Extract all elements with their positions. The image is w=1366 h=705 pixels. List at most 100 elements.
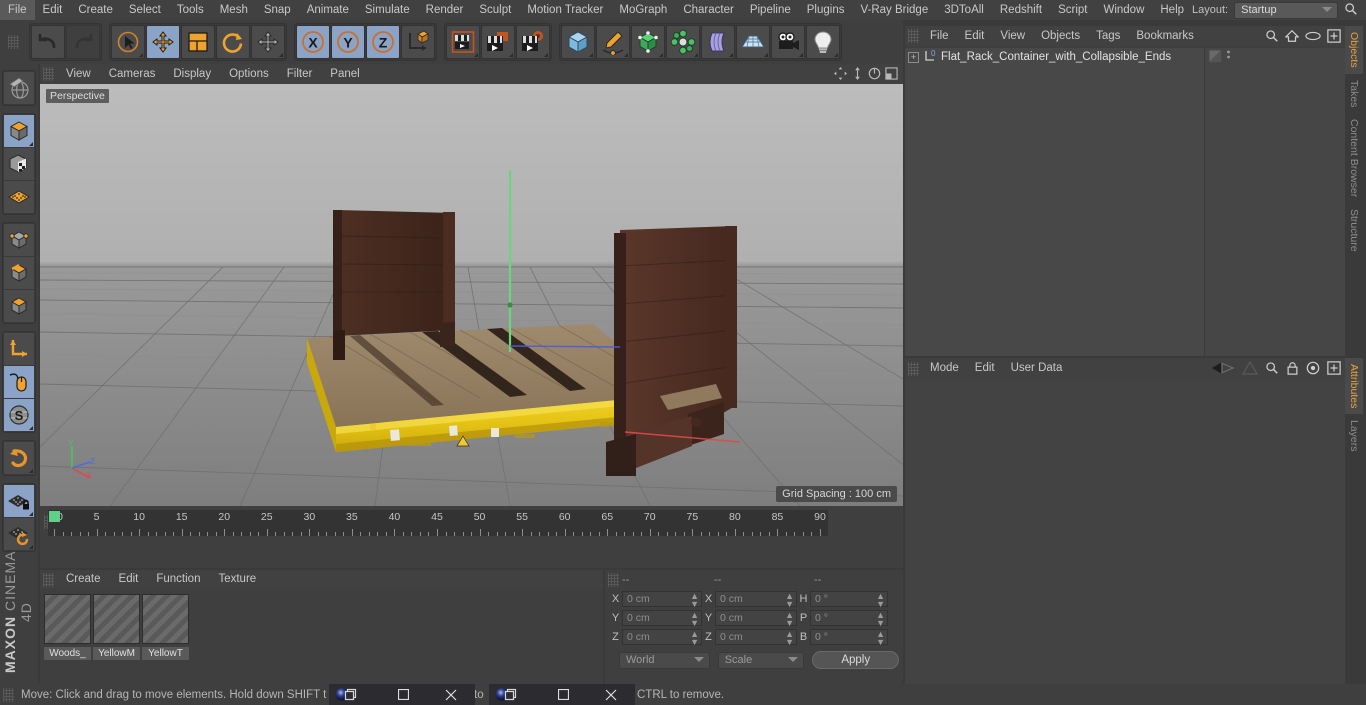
spinner-icon[interactable]: ▲ ▼ <box>876 592 885 609</box>
object-row[interactable]: +0 Flat_Rack_Container_with_Collapsible_E… <box>905 48 1204 66</box>
texture-mode-icon[interactable] <box>4 148 34 180</box>
enable-snap-icon[interactable] <box>4 366 34 398</box>
viewport-menu-panel[interactable]: Panel <box>321 64 368 84</box>
pan-icon[interactable] <box>833 66 848 81</box>
material-menu-edit[interactable]: Edit <box>110 570 148 589</box>
home-icon[interactable] <box>1284 29 1300 46</box>
spinner-icon[interactable]: ▲ ▼ <box>876 630 885 647</box>
viewport-menu-filter[interactable]: Filter <box>278 64 322 84</box>
material-menu-create[interactable]: Create <box>57 570 110 589</box>
eye-icon[interactable] <box>1305 30 1321 45</box>
material-swatch[interactable]: Woods_ <box>44 594 91 660</box>
undo-button[interactable] <box>31 25 65 59</box>
object-menu-tags[interactable]: Tags <box>1088 26 1128 46</box>
material-swatch[interactable]: YellowM <box>93 594 140 660</box>
viewport-menu-view[interactable]: View <box>57 64 100 84</box>
orbit-icon[interactable] <box>867 66 882 81</box>
menu-item-motion-tracker[interactable]: Motion Tracker <box>519 0 611 20</box>
move-secondary-button[interactable] <box>251 25 285 59</box>
primitive-cube-icon[interactable] <box>561 25 595 59</box>
object-menu-view[interactable]: View <box>992 26 1033 46</box>
material-list[interactable]: Woods_ YellowM YellowT <box>44 594 189 660</box>
material-gripper[interactable] <box>43 572 54 587</box>
menu-item-render[interactable]: Render <box>418 0 472 20</box>
vertical-tab-takes[interactable]: Takes <box>1345 73 1363 114</box>
menu-item-help[interactable]: Help <box>1152 0 1192 20</box>
light-icon[interactable] <box>806 25 840 59</box>
vertical-tab-layers[interactable]: Layers <box>1345 414 1363 458</box>
rotation-h-field[interactable]: 0 ° ▲ ▼ <box>810 591 888 609</box>
lock-workplane-icon[interactable] <box>4 485 34 517</box>
vertical-tab-structure[interactable]: Structure <box>1345 203 1363 258</box>
menu-item-tools[interactable]: Tools <box>169 0 212 20</box>
spinner-icon[interactable]: ▲ ▼ <box>690 611 699 628</box>
menu-item-v-ray-bridge[interactable]: V-Ray Bridge <box>852 0 936 20</box>
menu-item-simulate[interactable]: Simulate <box>357 0 418 20</box>
cinema4d-app-icon[interactable] <box>495 687 521 702</box>
apply-button[interactable]: Apply <box>812 651 899 669</box>
spline-pen-icon[interactable] <box>596 25 630 59</box>
timeline-ruler[interactable]: 0 5 10 15 20 25 30 35 40 45 50 55 60 65 70 75 80 85 90 <box>48 510 828 536</box>
back-arrow-icon[interactable] <box>1211 361 1235 378</box>
axis-y-button[interactable]: Y <box>331 25 365 59</box>
rotation-b-field[interactable]: 0 ° ▲ ▼ <box>810 629 888 647</box>
world-coordinate-icon[interactable] <box>401 25 435 59</box>
menu-item-file[interactable]: File <box>0 0 35 20</box>
object-menu-file[interactable]: File <box>922 26 957 46</box>
object-tree[interactable]: +0 Flat_Rack_Container_with_Collapsible_E… <box>905 48 1345 356</box>
status-gripper[interactable] <box>3 687 14 702</box>
menu-item-window[interactable]: Window <box>1095 0 1152 20</box>
object-menu-edit[interactable]: Edit <box>957 26 993 46</box>
attribute-menu-mode[interactable]: Mode <box>922 358 967 379</box>
camera-icon[interactable] <box>771 25 805 59</box>
position-z-field[interactable]: 0 cm ▲ ▼ <box>622 629 702 647</box>
lock-icon[interactable] <box>1286 361 1299 378</box>
layout-select[interactable]: Startup <box>1234 1 1338 19</box>
rotate-tool-button[interactable] <box>216 25 250 59</box>
attribute-menu-user-data[interactable]: User Data <box>1003 358 1071 379</box>
object-tag-area[interactable] <box>1208 49 1231 63</box>
forward-arrow-icon[interactable] <box>1241 360 1259 378</box>
undo-view-icon[interactable] <box>4 442 34 474</box>
move-tool-button[interactable] <box>146 25 180 59</box>
material-menu-function[interactable]: Function <box>147 570 209 589</box>
vertical-tab-objects[interactable]: Objects <box>1345 26 1363 74</box>
model-mode-icon[interactable] <box>4 115 34 147</box>
viewport-menu-display[interactable]: Display <box>164 64 220 84</box>
live-selection-icon[interactable] <box>111 25 145 59</box>
spinner-icon[interactable]: ▲ ▼ <box>690 630 699 647</box>
maximize-window-button[interactable] <box>379 684 427 705</box>
menu-item-select[interactable]: Select <box>121 0 169 20</box>
workplane-icon[interactable]: S <box>4 399 34 431</box>
object-layer-icon[interactable]: 0 <box>923 49 937 66</box>
floor-icon[interactable] <box>736 25 770 59</box>
material-menu-texture[interactable]: Texture <box>209 570 265 589</box>
render-settings-button[interactable] <box>516 25 550 59</box>
current-time-marker[interactable] <box>49 511 60 522</box>
coordinates-gripper[interactable] <box>608 572 619 587</box>
size-z-field[interactable]: 0 cm ▲ ▼ <box>715 629 797 647</box>
edges-mode-icon[interactable] <box>4 257 34 289</box>
spinner-icon[interactable]: ▲ ▼ <box>876 611 885 628</box>
size-y-field[interactable]: 0 cm ▲ ▼ <box>715 610 797 628</box>
material-preview[interactable] <box>142 594 189 644</box>
align-workplane-icon[interactable] <box>4 518 34 550</box>
menu-item-animate[interactable]: Animate <box>299 0 357 20</box>
menu-item-sculpt[interactable]: Sculpt <box>471 0 519 20</box>
uv-mesh-icon[interactable] <box>4 181 34 213</box>
viewport-menu-cameras[interactable]: Cameras <box>100 64 165 84</box>
size-x-field[interactable]: 0 cm ▲ ▼ <box>715 591 797 609</box>
menu-item-mograph[interactable]: MoGraph <box>611 0 675 20</box>
menu-item-redshift[interactable]: Redshift <box>992 0 1050 20</box>
attribute-menu-edit[interactable]: Edit <box>967 358 1003 379</box>
close-window-button[interactable] <box>427 684 475 705</box>
menu-item-pipeline[interactable]: Pipeline <box>742 0 799 20</box>
coordinate-system-select[interactable]: World <box>619 651 710 669</box>
material-preview[interactable] <box>44 594 91 644</box>
viewport-3d[interactable]: Perspective Grid Spacing : 100 cm Y Z X <box>40 84 903 506</box>
generator-icon[interactable] <box>631 25 665 59</box>
close-window-button[interactable] <box>587 684 635 705</box>
redo-button[interactable] <box>66 25 100 59</box>
material-preview[interactable] <box>93 594 140 644</box>
spinner-icon[interactable]: ▲ ▼ <box>690 592 699 609</box>
